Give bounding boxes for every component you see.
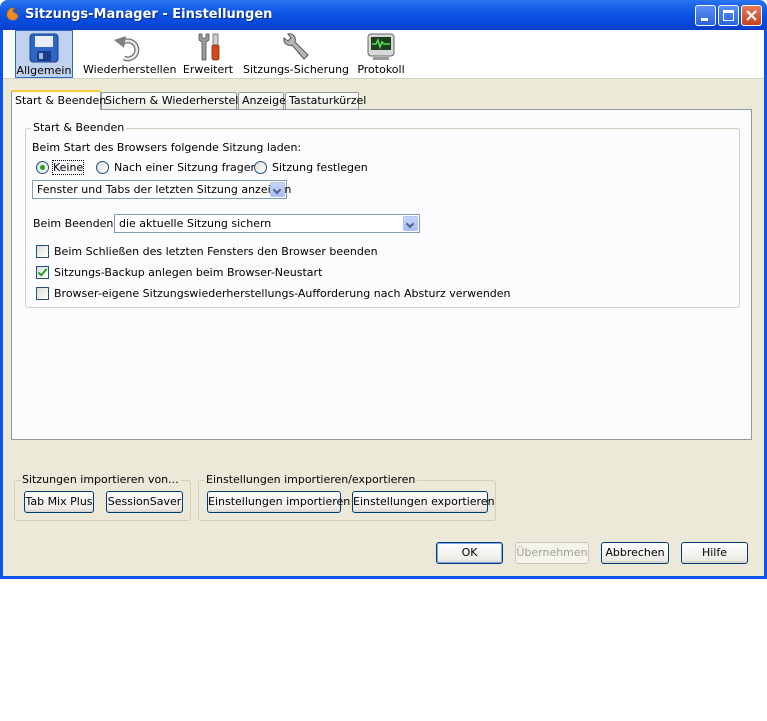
group-title: Einstellungen importieren/exportieren [204, 473, 418, 486]
check-backup-label[interactable]: Sitzungs-Backup anlegen beim Browser-Neu… [54, 266, 322, 279]
category-log[interactable]: Protokoll [353, 30, 409, 78]
apply-button[interactable]: Übernehmen [515, 542, 589, 564]
check-close-browser[interactable] [36, 245, 49, 258]
import-sessions-group: Sitzungen importieren von... Tab Mix Plu… [14, 473, 191, 521]
tab-save-restore[interactable]: Sichern & Wiederherstellen [101, 92, 255, 109]
settings-window: Sitzungs-Manager - Einstellungen Allgeme… [0, 0, 767, 579]
check-backup[interactable] [36, 266, 49, 279]
client-area: Allgemein Wiederherstellen Erweitert Sit… [3, 30, 764, 576]
category-restore[interactable]: Wiederherstellen [83, 30, 177, 78]
startup-group: Start & Beenden Beim Start des Browsers … [25, 121, 740, 308]
check-close-browser-label[interactable]: Beim Schließen des letzten Fensters den … [54, 245, 378, 258]
tab-panel: Start & Beenden Beim Start des Browsers … [11, 109, 752, 440]
close-icon [746, 10, 757, 21]
load-session-label: Beim Start des Browsers folgende Sitzung… [32, 141, 302, 154]
check-crash-restore-label[interactable]: Browser-eigene Sitzungswiederherstellung… [54, 287, 511, 300]
import-settings-button[interactable]: Einstellungen importieren [207, 491, 350, 513]
close-button[interactable] [741, 5, 762, 26]
radio-set[interactable] [254, 161, 267, 174]
category-general[interactable]: Allgemein [15, 30, 73, 78]
category-label: Erweitert [182, 63, 234, 76]
tab-mix-plus-button[interactable]: Tab Mix Plus [24, 491, 94, 513]
radio-ask[interactable] [96, 161, 109, 174]
category-advanced[interactable]: Erweitert [181, 30, 235, 78]
radio-set-label[interactable]: Sitzung festlegen [272, 161, 368, 174]
radio-ask-label[interactable]: Nach einer Sitzung fragen [114, 161, 257, 174]
tab-display[interactable]: Anzeige [238, 92, 286, 109]
export-settings-button[interactable]: Einstellungen exportieren [352, 491, 495, 513]
radio-none-label[interactable]: Keine [51, 160, 85, 175]
tab-shortcuts[interactable]: Tastaturkürzel [285, 92, 366, 109]
chevron-down-icon[interactable] [403, 216, 418, 231]
radio-none[interactable] [36, 161, 49, 174]
undo-arrow-icon [114, 36, 140, 62]
category-toolbar: Allgemein Wiederherstellen Erweitert Sit… [3, 30, 764, 79]
title-bar[interactable]: Sitzungs-Manager - Einstellungen [0, 0, 767, 30]
category-label: Sitzungs-Sicherung [243, 63, 350, 76]
exit-select[interactable]: die aktuelle Sitzung sichern [114, 214, 420, 233]
ok-button[interactable]: OK [436, 542, 503, 564]
category-label: Protokoll [357, 63, 405, 76]
check-crash-restore[interactable] [36, 287, 49, 300]
cancel-button[interactable]: Abbrechen [601, 542, 669, 564]
minimize-button[interactable] [695, 5, 716, 26]
help-button[interactable]: Hilfe [681, 542, 748, 564]
session-saver-button[interactable]: SessionSaver [106, 491, 183, 513]
category-session-backup[interactable]: Sitzungs-Sicherung [243, 30, 350, 78]
display-select-value: Fenster und Tabs der letzten Sitzung anz… [37, 183, 292, 196]
category-label: Wiederherstellen [83, 63, 177, 76]
group-title: Start & Beenden [31, 121, 127, 134]
category-label: Allgemein [16, 64, 72, 77]
maximize-button[interactable] [718, 5, 739, 26]
window-title: Sitzungs-Manager - Einstellungen [25, 7, 273, 22]
import-settings-group: Einstellungen importieren/exportieren Ei… [198, 473, 496, 521]
chevron-down-icon[interactable] [270, 182, 285, 197]
floppy-disk-icon [29, 33, 59, 63]
exit-select-value: die aktuelle Sitzung sichern [119, 217, 272, 230]
tab-start-exit[interactable]: Start & Beenden [11, 90, 106, 110]
group-title: Sitzungen importieren von... [20, 473, 181, 486]
exit-label: Beim Beenden: [33, 217, 118, 230]
tools-icon [198, 33, 220, 61]
display-select[interactable]: Fenster und Tabs der letzten Sitzung anz… [32, 180, 291, 199]
firefox-icon [6, 7, 20, 21]
monitor-log-icon [367, 33, 395, 60]
wrench-icon [283, 33, 309, 60]
